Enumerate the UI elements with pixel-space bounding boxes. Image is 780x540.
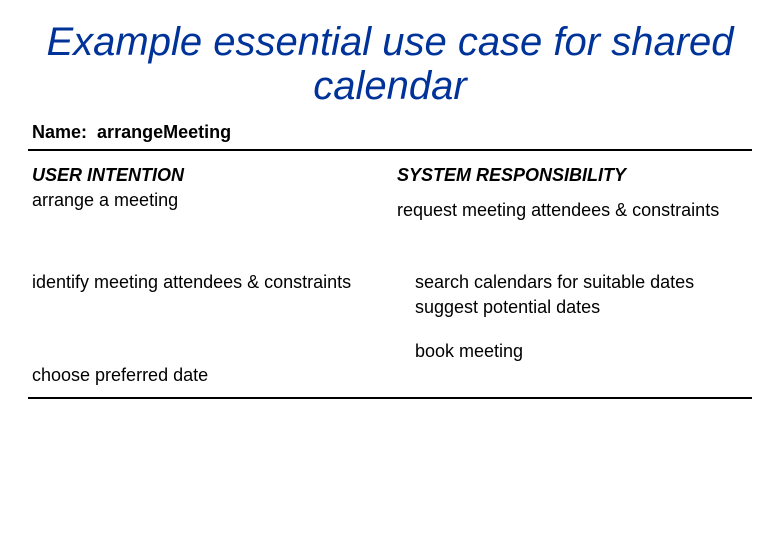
system-step-2a: search calendars for suitable dates: [397, 270, 752, 294]
system-step-3: book meeting: [397, 339, 752, 363]
name-label: Name:: [32, 122, 87, 142]
name-value: arrangeMeeting: [97, 122, 231, 142]
system-responsibility-header: SYSTEM RESPONSIBILITY: [397, 165, 752, 186]
divider-top: [28, 149, 752, 151]
user-intention-column: USER INTENTION arrange a meeting identif…: [28, 165, 387, 387]
two-columns: USER INTENTION arrange a meeting identif…: [28, 165, 752, 387]
user-step-1: arrange a meeting: [32, 188, 387, 212]
system-responsibility-column: SYSTEM RESPONSIBILITY request meeting at…: [397, 165, 752, 387]
system-step-2b: suggest potential dates: [397, 295, 752, 319]
user-step-2: identify meeting attendees & constraints: [32, 270, 387, 294]
slide-title: Example essential use case for shared ca…: [28, 20, 752, 108]
slide: Example essential use case for shared ca…: [0, 0, 780, 540]
user-step-3: choose preferred date: [32, 363, 387, 387]
system-step-1: request meeting attendees & constraints: [397, 198, 752, 222]
user-intention-header: USER INTENTION: [32, 165, 387, 186]
divider-bottom: [28, 397, 752, 399]
use-case-name-row: Name: arrangeMeeting: [32, 122, 752, 143]
